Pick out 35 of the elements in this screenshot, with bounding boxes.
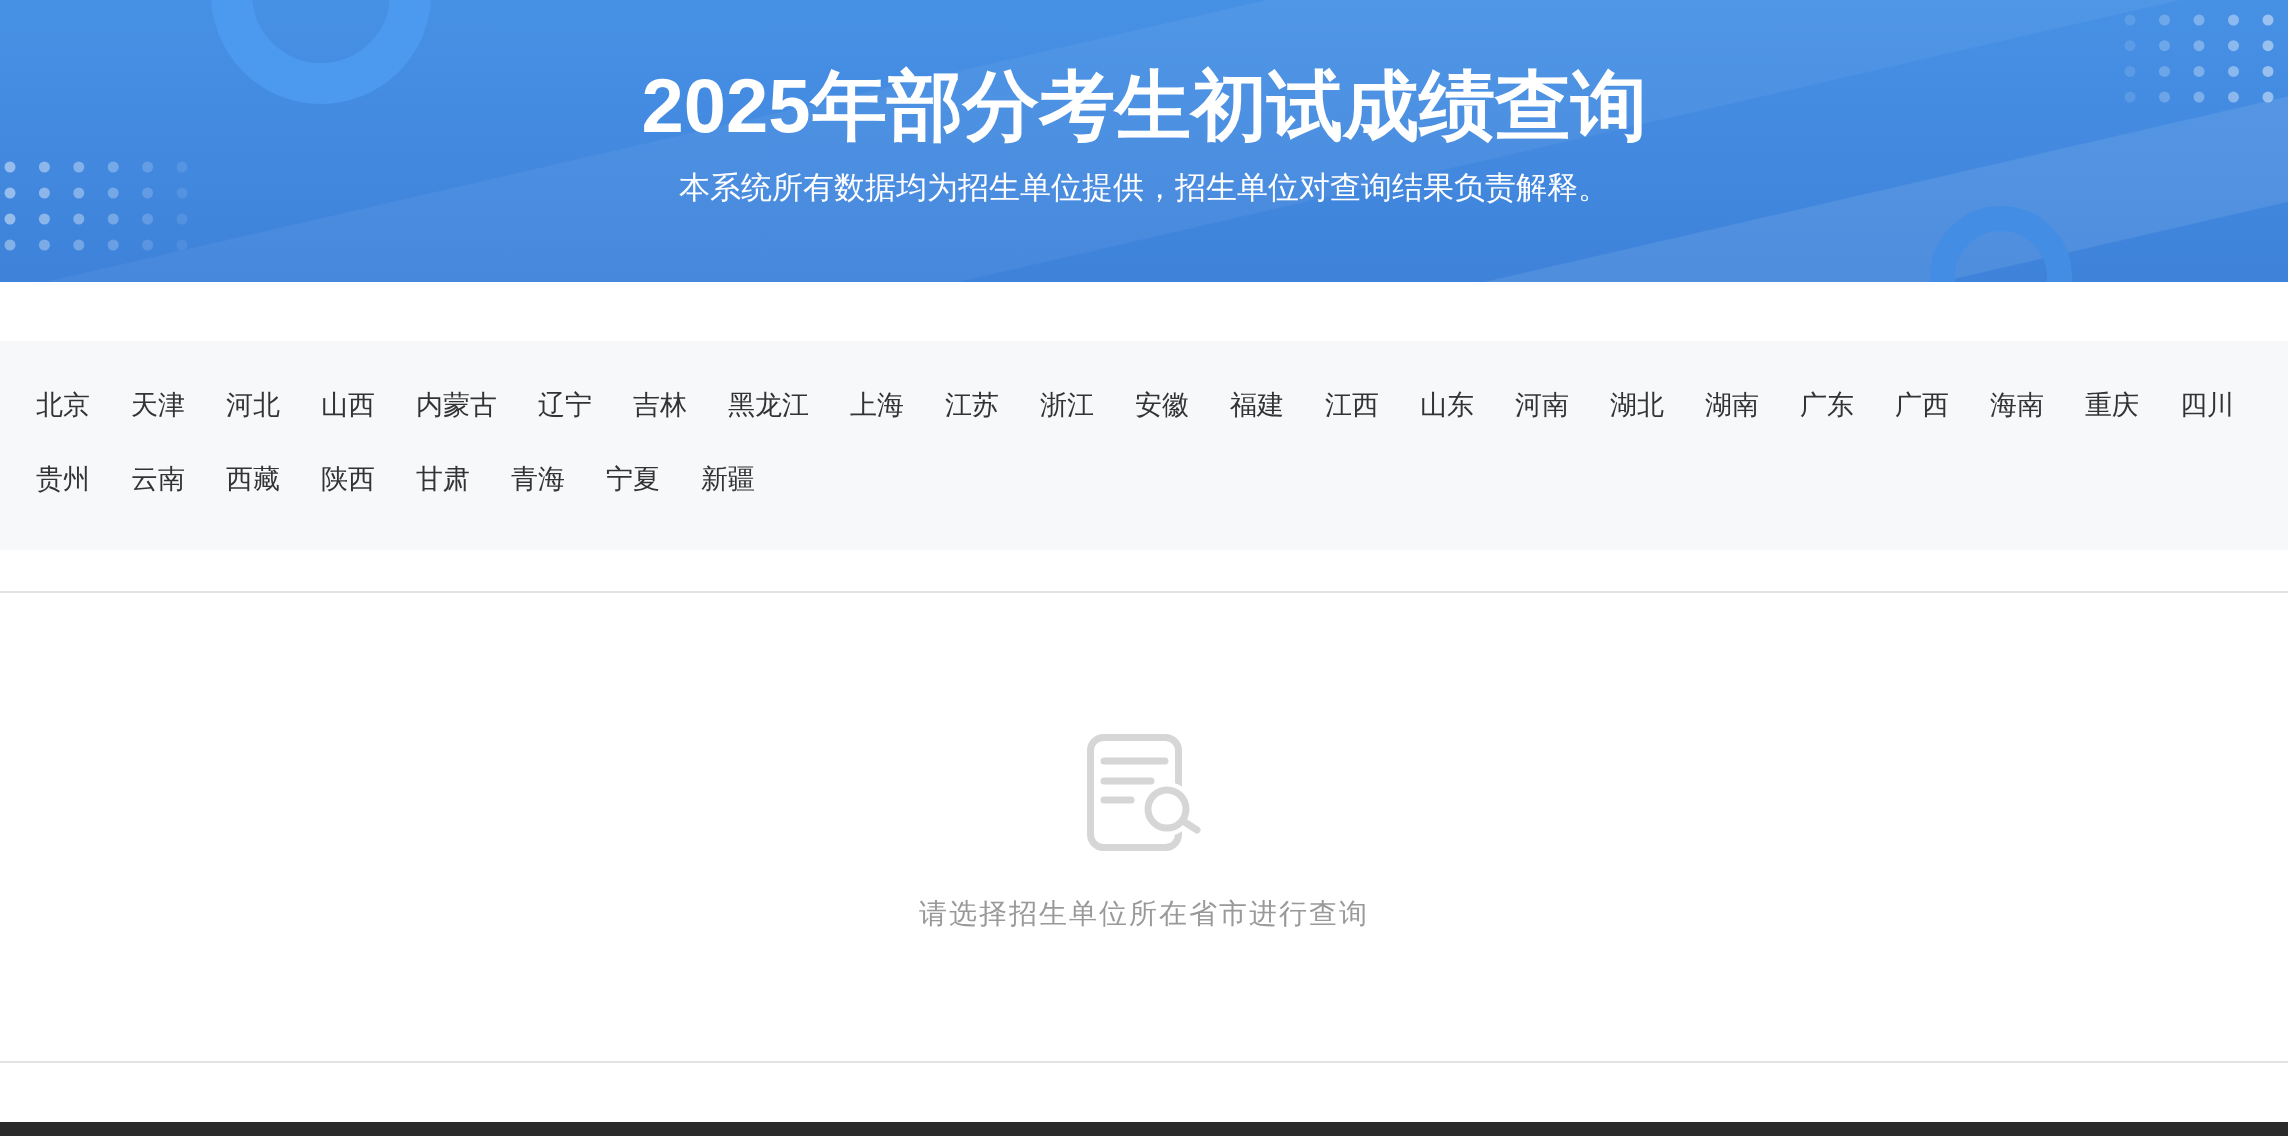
province-link[interactable]: 辽宁: [538, 386, 592, 423]
province-link[interactable]: 内蒙古: [416, 386, 497, 423]
province-link[interactable]: 广西: [1895, 386, 1949, 423]
province-link[interactable]: 海南: [1990, 386, 2044, 423]
province-link[interactable]: 吉林: [633, 386, 687, 423]
province-link[interactable]: 重庆: [2085, 386, 2139, 423]
empty-state-message: 请选择招生单位所在省市进行查询: [919, 896, 1369, 932]
province-link[interactable]: 青海: [511, 460, 565, 497]
province-link[interactable]: 天津: [131, 386, 185, 423]
province-link[interactable]: 山西: [321, 386, 375, 423]
province-link[interactable]: 甘肃: [416, 460, 470, 497]
document-search-icon: [1086, 734, 1202, 851]
province-link[interactable]: 江西: [1325, 386, 1379, 423]
province-link[interactable]: 黑龙江: [728, 386, 809, 423]
page-subtitle: 本系统所有数据均为招生单位提供，招生单位对查询结果负责解释。: [678, 168, 1610, 207]
province-link[interactable]: 新疆: [701, 460, 755, 497]
province-link[interactable]: 山东: [1420, 386, 1474, 423]
province-link[interactable]: 广东: [1800, 386, 1854, 423]
province-link[interactable]: 云南: [131, 460, 185, 497]
province-link[interactable]: 贵州: [36, 460, 90, 497]
province-link[interactable]: 河北: [226, 386, 280, 423]
province-link[interactable]: 宁夏: [606, 460, 660, 497]
province-link[interactable]: 江苏: [945, 386, 999, 423]
province-link[interactable]: 湖北: [1610, 386, 1664, 423]
province-link[interactable]: 河南: [1515, 386, 1569, 423]
province-link[interactable]: 北京: [36, 386, 90, 423]
province-link[interactable]: 福建: [1230, 386, 1284, 423]
page-title: 2025年部分考生初试成绩查询: [640, 62, 1648, 150]
province-link[interactable]: 四川: [2180, 386, 2234, 423]
province-link[interactable]: 安徽: [1135, 386, 1189, 423]
province-link[interactable]: 上海: [850, 386, 904, 423]
province-link[interactable]: 西藏: [226, 460, 280, 497]
province-link[interactable]: 浙江: [1040, 386, 1094, 423]
province-link[interactable]: 陕西: [321, 460, 375, 497]
province-link[interactable]: 湖南: [1705, 386, 1759, 423]
